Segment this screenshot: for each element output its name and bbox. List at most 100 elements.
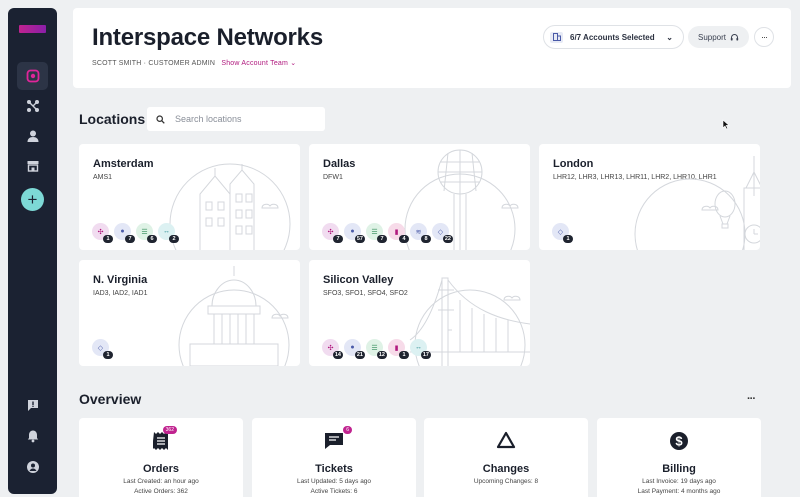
user-badge[interactable]: ● 21 — [344, 339, 365, 359]
badge-count: 1 — [103, 235, 113, 243]
search-icon — [156, 114, 165, 124]
power-badge[interactable]: ▮ 4 — [388, 223, 409, 243]
server-icon: ☰ — [371, 228, 378, 236]
sidebar: + — [8, 8, 57, 494]
location-card-n-virginia[interactable]: N. Virginia IAD3, IAD2, IAD1 ◇ 1 — [79, 260, 300, 366]
network-badge[interactable]: ✣ 1 — [92, 223, 113, 243]
location-card-amsterdam[interactable]: Amsterdam AMS1 ✣ 1 ● 7 ☰ 6 ↔ 2 — [79, 144, 300, 250]
store-icon[interactable] — [17, 152, 48, 180]
search-input[interactable] — [175, 114, 315, 124]
badge-count: 1 — [103, 351, 113, 359]
overview-card-billing[interactable]: $ Billing Last Invoice: 19 days ago Last… — [597, 418, 761, 497]
mouse-cursor-icon — [722, 119, 730, 130]
server-badge[interactable]: ☰ 7 — [366, 223, 387, 243]
notification-count: 362 — [162, 426, 177, 434]
network-badge[interactable]: ✣ 14 — [322, 339, 343, 359]
location-card-silicon-valley[interactable]: Silicon Valley SFO3, SFO1, SFO4, SFO2 ✣ 1… — [309, 260, 530, 366]
user-badge[interactable]: ● 7 — [114, 223, 135, 243]
accounts-selector[interactable]: 6/7 Accounts Selected ⌄ — [543, 25, 684, 49]
more-options-button[interactable]: ··· — [754, 27, 774, 47]
power-icon: ▮ — [394, 228, 399, 236]
chat-icon: 6 — [324, 426, 352, 456]
show-account-team-link[interactable]: Show Account Team ⌄ — [221, 60, 296, 67]
server-icon: ☰ — [141, 228, 148, 236]
badge-count: 12 — [376, 351, 387, 359]
overview-more-button[interactable]: ··· — [747, 393, 756, 405]
overview-card-orders[interactable]: 362 Orders Last Created: an hour ago Act… — [79, 418, 243, 497]
user-badge[interactable]: ● 57 — [344, 223, 365, 243]
chevron-down-icon: ⌄ — [666, 32, 673, 42]
dashboard-icon[interactable] — [17, 62, 48, 90]
location-name: N. Virginia — [93, 274, 148, 286]
overview-card-title: Tickets — [315, 463, 353, 475]
accounts-label: 6/7 Accounts Selected — [570, 32, 655, 42]
user-icon: ● — [120, 228, 125, 235]
service-badges: ✣ 14 ● 21 ☰ 12 ▮ 1 ↔ 17 — [322, 339, 431, 359]
badge-count: 7 — [377, 235, 387, 243]
storage-badge[interactable]: ≋ 8 — [410, 223, 431, 243]
overview-card-changes[interactable]: Changes Upcoming Changes: 8 — [424, 418, 588, 497]
badge-count: 1 — [399, 351, 409, 359]
badge-count: 22 — [442, 235, 453, 243]
connection-badge[interactable]: ↔ 2 — [158, 223, 179, 243]
badge-count: 4 — [399, 235, 409, 243]
diamond-icon: ◇ — [437, 228, 444, 236]
location-codes: AMS1 — [93, 174, 113, 181]
amsterdam-building-illustration — [169, 163, 291, 250]
building-icon — [550, 31, 563, 43]
logo[interactable] — [19, 25, 46, 33]
location-codes: IAD3, IAD2, IAD1 — [93, 290, 148, 297]
location-name: Dallas — [323, 158, 356, 170]
power-badge[interactable]: ▮ 1 — [388, 339, 409, 359]
support-button[interactable]: Support — [688, 26, 749, 48]
user-icon: ● — [350, 228, 355, 235]
network-icon: ✣ — [327, 344, 334, 352]
user-role: SCOTT SMITH · CUSTOMER ADMIN — [92, 60, 216, 67]
page-title: Interspace Networks — [92, 24, 323, 51]
network-badge[interactable]: ✣ 7 — [322, 223, 343, 243]
account-icon[interactable] — [17, 453, 48, 481]
badge-count: 17 — [420, 351, 431, 359]
badge-count: 8 — [421, 235, 431, 243]
plus-icon: + — [27, 190, 38, 209]
network-icon[interactable] — [17, 92, 48, 120]
location-card-dallas[interactable]: Dallas DFW1 ✣ 7 ● 57 ☰ 7 ▮ 4 ≋ 8 ◇ 22 — [309, 144, 530, 250]
chat-icon[interactable] — [17, 391, 48, 419]
badge-count: 2 — [169, 235, 179, 243]
support-label: Support — [697, 32, 727, 42]
overview-line-1: Last Created: an hour ago — [123, 478, 199, 485]
server-icon: ☰ — [371, 344, 378, 352]
user-icon[interactable] — [17, 122, 48, 150]
server-badge[interactable]: ☰ 6 — [136, 223, 157, 243]
badge-count: 57 — [354, 235, 365, 243]
overview-line-2: Active Orders: 362 — [134, 488, 188, 495]
power-icon: ▮ — [394, 344, 399, 352]
server-badge[interactable]: ☰ 12 — [366, 339, 387, 359]
chevron-down-icon: ⌄ — [290, 60, 297, 67]
capitol-illustration — [178, 266, 290, 366]
bell-icon[interactable] — [17, 422, 48, 450]
location-codes: DFW1 — [323, 174, 343, 181]
service-badges: ✣ 1 ● 7 ☰ 6 ↔ 2 — [92, 223, 179, 243]
location-name: Amsterdam — [93, 158, 154, 170]
connection-badge[interactable]: ↔ 17 — [410, 339, 431, 359]
service-badges: ◇ 1 — [92, 339, 113, 359]
receipt-icon: 362 — [152, 426, 177, 456]
diamond-icon: ◇ — [557, 228, 564, 236]
badge-count: 7 — [333, 235, 343, 243]
location-name: Silicon Valley — [323, 274, 394, 286]
cross-connect-badge[interactable]: ◇ 22 — [432, 223, 453, 243]
network-icon: ✣ — [327, 228, 334, 236]
cross-connect-badge[interactable]: ◇ 1 — [552, 223, 573, 243]
dollar-icon: $ — [670, 432, 688, 450]
network-icon: ✣ — [97, 228, 104, 236]
overview-line-2: Active Tickets: 6 — [310, 488, 358, 495]
cross-connect-badge[interactable]: ◇ 1 — [92, 339, 113, 359]
add-button[interactable]: + — [21, 188, 44, 211]
overview-card-tickets[interactable]: 6 Tickets Last Updated: 5 days ago Activ… — [252, 418, 416, 497]
badge-count: 21 — [354, 351, 365, 359]
badge-count: 6 — [147, 235, 157, 243]
location-card-london[interactable]: London LHR12, LHR3, LHR13, LHR11, LHR2, … — [539, 144, 760, 250]
team-link-label: Show Account Team — [221, 60, 289, 67]
badge-count: 14 — [332, 351, 343, 359]
